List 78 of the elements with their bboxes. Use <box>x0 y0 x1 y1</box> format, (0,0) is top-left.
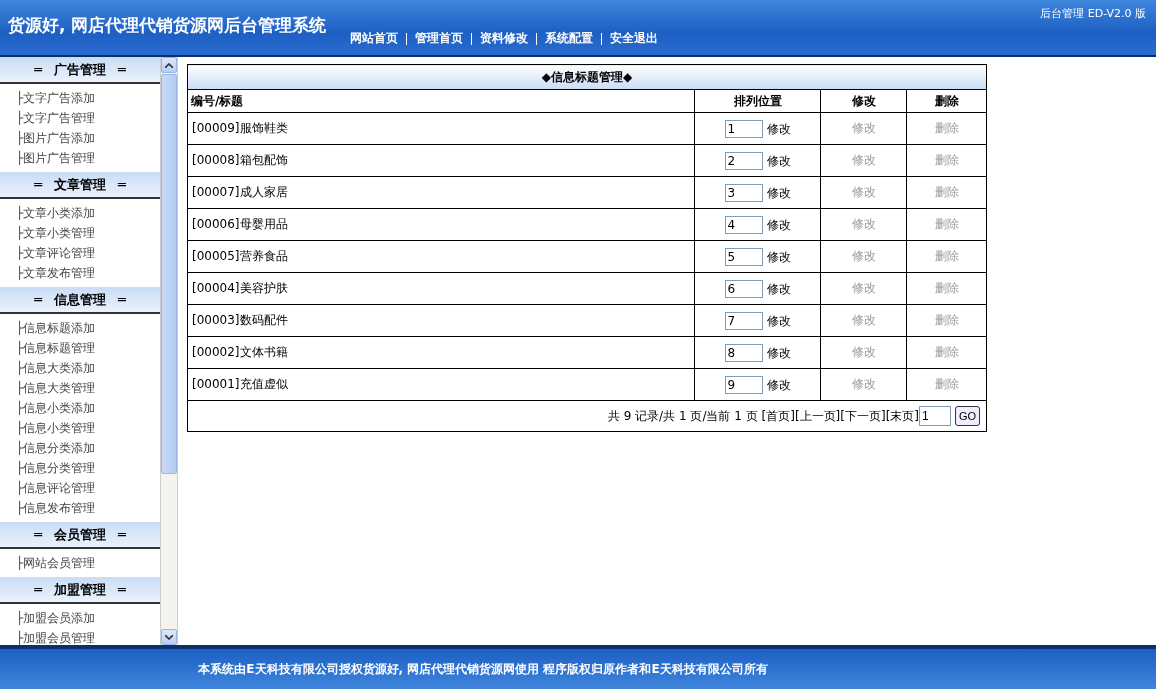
column-header: 删除 <box>906 89 987 113</box>
sidebar-item[interactable]: ├图片广告管理 <box>16 148 160 168</box>
sidebar-item[interactable]: ├信息小类管理 <box>16 418 160 438</box>
position-field[interactable]: 6 <box>724 279 763 298</box>
sidebar-item[interactable]: ├信息分类添加 <box>16 438 160 458</box>
table-title: ◆信息标题管理◆ <box>187 64 987 90</box>
sidebar-item[interactable]: ├信息分类管理 <box>16 458 160 478</box>
sidebar-item[interactable]: ├文字广告管理 <box>16 108 160 128</box>
page-field[interactable]: 1 <box>919 406 952 426</box>
caret-down-icon <box>165 634 173 640</box>
update-link[interactable]: 修改 <box>766 345 791 360</box>
nav-link[interactable]: 安全退出 <box>602 30 667 47</box>
sidebar-item[interactable]: ├信息标题添加 <box>16 318 160 338</box>
copyright-text: 本系统由E天科技有限公司授权货源好, 网店代理代销货源网使用 程序版权归原作者和E天科技有限公司所有 <box>198 660 768 678</box>
sidebar-section-header[interactable]: ═ 信息管理 ═ <box>0 287 160 314</box>
title-cell: [00003]数码配件 <box>187 304 695 337</box>
update-link[interactable]: 修改 <box>766 281 791 296</box>
nav-link[interactable]: 资料修改 <box>472 30 537 47</box>
position-field[interactable]: 7 <box>724 311 763 330</box>
title-cell: [00009]服饰鞋类 <box>187 112 695 145</box>
site-title: 货源好, 网店代理代销货源网后台管理系统 <box>7 14 327 37</box>
sidebar-section-header[interactable]: ═ 文章管理 ═ <box>0 172 160 199</box>
go-button[interactable]: GO <box>954 406 980 426</box>
update-link[interactable]: 修改 <box>766 153 791 168</box>
title-cell: [00005]营养食品 <box>187 240 695 273</box>
update-link[interactable]: 修改 <box>766 377 791 392</box>
sidebar-section-header[interactable]: ═ 会员管理 ═ <box>0 522 160 549</box>
position-field[interactable]: 4 <box>724 215 763 234</box>
scroll-up-button[interactable] <box>161 57 177 73</box>
position-field[interactable]: 2 <box>724 151 763 170</box>
title-cell: [00007]成人家居 <box>187 176 695 209</box>
sidebar-item[interactable]: ├图片广告添加 <box>16 128 160 148</box>
update-link[interactable]: 修改 <box>766 313 791 328</box>
position-field[interactable]: 3 <box>724 183 763 202</box>
position-field[interactable]: 1 <box>724 119 763 138</box>
sidebar-item[interactable]: ├信息评论管理 <box>16 478 160 498</box>
title-cell: [00008]箱包配饰 <box>187 144 695 177</box>
sidebar-item[interactable]: ├加盟会员管理 <box>16 628 160 645</box>
sidebar-item[interactable]: ├信息发布管理 <box>16 498 160 518</box>
sidebar-item[interactable]: ├文章评论管理 <box>16 243 160 263</box>
sidebar-item[interactable]: ├信息大类添加 <box>16 358 160 378</box>
page-summary: 共 9 记录/共 1 页/当前 1 页 <box>607 408 758 423</box>
update-link[interactable]: 修改 <box>766 121 791 136</box>
column-header: 排列位置 <box>694 89 821 113</box>
page-link[interactable]: [末页] <box>885 408 920 423</box>
column-header: 编号/标题 <box>187 89 695 113</box>
update-link[interactable]: 修改 <box>766 185 791 200</box>
sidebar-section-header[interactable]: ═ 加盟管理 ═ <box>0 577 160 604</box>
title-cell: [00004]美容护肤 <box>187 272 695 305</box>
caret-up-icon <box>165 62 173 68</box>
sidebar-item[interactable]: ├文字广告添加 <box>16 88 160 108</box>
title-cell: [00002]文体书籍 <box>187 336 695 369</box>
sidebar-item[interactable]: ├信息标题管理 <box>16 338 160 358</box>
position-field[interactable]: 8 <box>724 343 763 362</box>
update-link[interactable]: 修改 <box>766 217 791 232</box>
page-link[interactable]: [首页] <box>761 408 795 423</box>
page-link[interactable]: [上一页] <box>794 408 841 423</box>
title-cell: [00001]充值虚似 <box>187 368 695 401</box>
sidebar-item[interactable]: ├加盟会员添加 <box>16 608 160 628</box>
title-cell: [00006]母婴用品 <box>187 208 695 241</box>
update-link[interactable]: 修改 <box>766 249 791 264</box>
nav-link[interactable]: 管理首页 <box>407 30 472 47</box>
sidebar-item[interactable]: ├信息小类添加 <box>16 398 160 418</box>
sidebar-section-header[interactable]: ═ 广告管理 ═ <box>0 57 160 84</box>
sidebar-item[interactable]: ├文章小类管理 <box>16 223 160 243</box>
page-link[interactable]: [下一页] <box>840 408 886 423</box>
position-field[interactable]: 9 <box>724 375 763 394</box>
version-label: 后台管理 ED-V2.0 版 <box>1040 6 1146 21</box>
sidebar-item[interactable]: ├网站会员管理 <box>16 553 160 573</box>
scrollbar-thumb[interactable] <box>161 74 177 474</box>
sidebar-item[interactable]: ├信息大类管理 <box>16 378 160 398</box>
nav-link[interactable]: 系统配置 <box>537 30 602 47</box>
sidebar-item[interactable]: ├文章发布管理 <box>16 263 160 283</box>
nav-link[interactable]: 网站首页 <box>342 30 407 47</box>
scroll-down-button[interactable] <box>161 629 177 645</box>
position-field[interactable]: 5 <box>724 247 763 266</box>
column-header: 修改 <box>820 89 907 113</box>
sidebar-item[interactable]: ├文章小类添加 <box>16 203 160 223</box>
